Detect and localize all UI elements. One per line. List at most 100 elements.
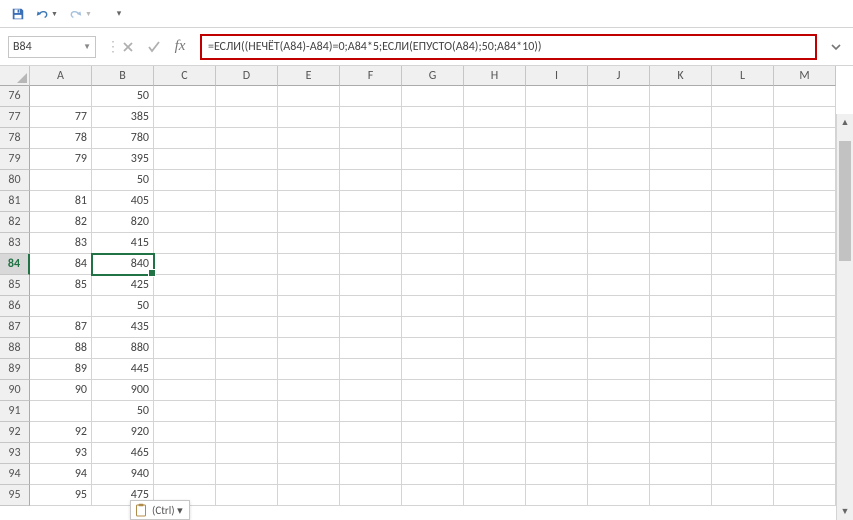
cell[interactable]: [526, 86, 588, 107]
cell[interactable]: [340, 170, 402, 191]
cell[interactable]: [650, 464, 712, 485]
cell[interactable]: [526, 443, 588, 464]
cell[interactable]: 79: [30, 149, 92, 170]
cell[interactable]: [712, 170, 774, 191]
column-header[interactable]: A: [30, 66, 92, 86]
cell[interactable]: [774, 380, 836, 401]
cell[interactable]: [712, 275, 774, 296]
enter-edit-button[interactable]: [142, 36, 166, 58]
cell[interactable]: [216, 296, 278, 317]
cell[interactable]: [526, 422, 588, 443]
row-header[interactable]: 76: [0, 86, 30, 107]
cell[interactable]: [464, 464, 526, 485]
cell[interactable]: [774, 86, 836, 107]
cell[interactable]: [464, 422, 526, 443]
cell[interactable]: [464, 275, 526, 296]
cell[interactable]: [650, 380, 712, 401]
cell[interactable]: [526, 317, 588, 338]
cell[interactable]: [30, 296, 92, 317]
cell[interactable]: [712, 380, 774, 401]
cell[interactable]: [340, 128, 402, 149]
cell[interactable]: [154, 128, 216, 149]
cell[interactable]: 50: [92, 86, 154, 107]
cell[interactable]: [588, 128, 650, 149]
cell[interactable]: 92: [30, 422, 92, 443]
cell[interactable]: 465: [92, 443, 154, 464]
formula-input[interactable]: =ЕСЛИ((НЕЧЁТ(A84)-A84)=0;A84*5;ЕСЛИ(ЕПУС…: [200, 34, 817, 60]
cell[interactable]: [650, 485, 712, 506]
cell[interactable]: [712, 212, 774, 233]
cell[interactable]: 50: [92, 170, 154, 191]
cell[interactable]: [588, 254, 650, 275]
cell[interactable]: [774, 485, 836, 506]
cell[interactable]: [278, 296, 340, 317]
cell[interactable]: [650, 191, 712, 212]
column-header[interactable]: K: [650, 66, 712, 86]
cell[interactable]: [712, 317, 774, 338]
cell[interactable]: [216, 317, 278, 338]
cell[interactable]: [588, 191, 650, 212]
cell[interactable]: [526, 380, 588, 401]
cell[interactable]: [588, 380, 650, 401]
cell[interactable]: 50: [92, 401, 154, 422]
cell[interactable]: [526, 359, 588, 380]
cell[interactable]: [278, 275, 340, 296]
cell[interactable]: [464, 233, 526, 254]
cell[interactable]: [278, 443, 340, 464]
cell[interactable]: [154, 464, 216, 485]
cell[interactable]: [402, 275, 464, 296]
cell[interactable]: 385: [92, 107, 154, 128]
redo-button[interactable]: ▼: [66, 3, 98, 25]
cell[interactable]: [216, 212, 278, 233]
cell[interactable]: 880: [92, 338, 154, 359]
cell[interactable]: 81: [30, 191, 92, 212]
undo-button[interactable]: ▼: [32, 3, 64, 25]
cell[interactable]: [650, 86, 712, 107]
cell[interactable]: [278, 86, 340, 107]
cell[interactable]: [402, 149, 464, 170]
cell[interactable]: [650, 338, 712, 359]
cell[interactable]: 820: [92, 212, 154, 233]
cell[interactable]: [216, 380, 278, 401]
cell[interactable]: [712, 401, 774, 422]
cell[interactable]: [402, 380, 464, 401]
cell[interactable]: [464, 296, 526, 317]
cell[interactable]: [526, 170, 588, 191]
cell[interactable]: [464, 443, 526, 464]
cell[interactable]: [278, 170, 340, 191]
cell[interactable]: [216, 254, 278, 275]
cell[interactable]: [402, 254, 464, 275]
cell[interactable]: 90: [30, 380, 92, 401]
cell[interactable]: [774, 233, 836, 254]
cell[interactable]: [526, 485, 588, 506]
cell[interactable]: [774, 443, 836, 464]
cell[interactable]: 83: [30, 233, 92, 254]
cell[interactable]: [774, 422, 836, 443]
cell[interactable]: [464, 191, 526, 212]
cell[interactable]: [774, 191, 836, 212]
cell[interactable]: [650, 317, 712, 338]
cell[interactable]: [340, 401, 402, 422]
cell[interactable]: [526, 296, 588, 317]
cell[interactable]: [402, 212, 464, 233]
cell[interactable]: [464, 380, 526, 401]
cell[interactable]: [340, 338, 402, 359]
cell[interactable]: [588, 485, 650, 506]
cell[interactable]: [278, 191, 340, 212]
cell[interactable]: [154, 191, 216, 212]
cell[interactable]: [588, 170, 650, 191]
cell[interactable]: [526, 149, 588, 170]
cell[interactable]: [712, 233, 774, 254]
column-header[interactable]: M: [774, 66, 836, 86]
cell[interactable]: [278, 338, 340, 359]
cell[interactable]: 435: [92, 317, 154, 338]
expand-formula-bar-button[interactable]: [825, 36, 847, 58]
cell[interactable]: [774, 128, 836, 149]
cell[interactable]: 89: [30, 359, 92, 380]
cell[interactable]: [526, 191, 588, 212]
cell[interactable]: [154, 443, 216, 464]
cell[interactable]: [216, 233, 278, 254]
cell[interactable]: [774, 317, 836, 338]
cell[interactable]: [464, 338, 526, 359]
cell[interactable]: [464, 149, 526, 170]
